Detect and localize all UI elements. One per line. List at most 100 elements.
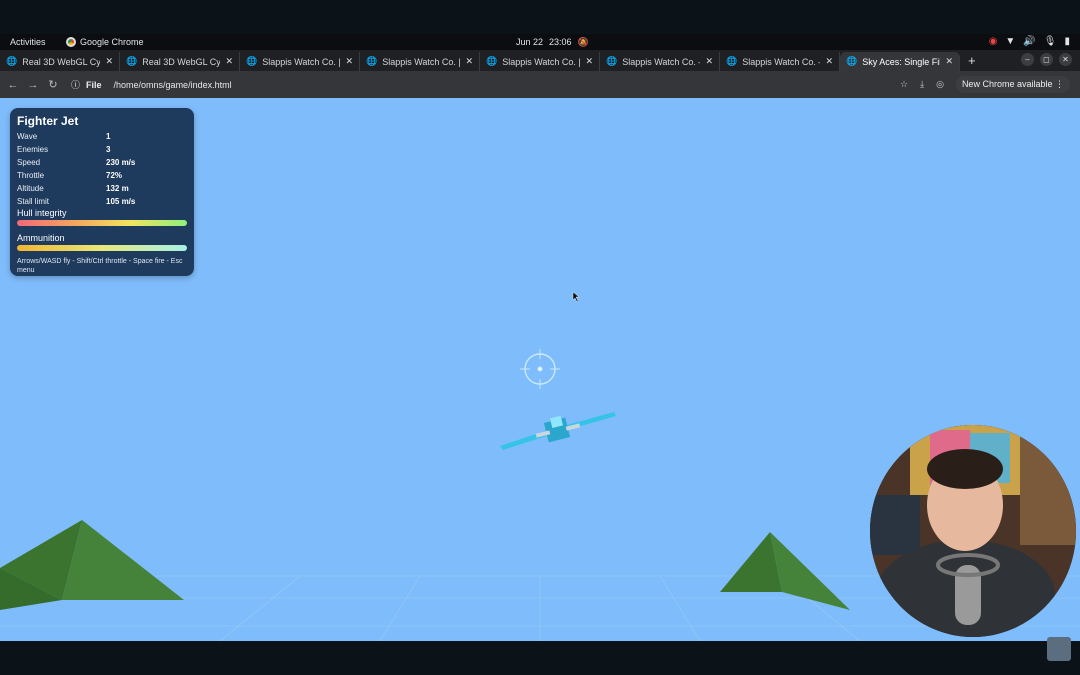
microphone-icon: 🎙 [1043,36,1057,47]
browser-tab[interactable]: 🌐 Slappis Watch Co. — ✕ [600,52,720,71]
browser-toolbar: ← → ↻ ⓘ File /home/omns/game/index.html … [0,71,1080,98]
volume-icon: 🔊 [1023,36,1036,47]
tab-title: Slappis Watch Co. | S [382,56,460,67]
window-controls: – ◻ ✕ [1021,53,1072,66]
browser-tab[interactable]: 🌐 Slappis Watch Co. | S ✕ [360,52,480,71]
hud-stat-row: Enemies 3 [17,143,187,156]
maximize-icon[interactable]: ◻ [1040,53,1053,66]
hull-integrity-label: Hull integrity [17,208,67,218]
webcam-overlay [870,425,1076,637]
scheme-label: File [86,79,102,90]
clock[interactable]: Jun 22 23:06 🔕 [516,37,589,48]
browser-tab[interactable]: 🌐 Slappis Watch Co. | S ✕ [240,52,360,71]
activities-button[interactable]: Activities [10,37,46,47]
hull-integrity-bar [17,220,187,226]
tab-title: Slappis Watch Co. | S [502,56,580,67]
player-fighter-jet [500,412,616,450]
browser-tab[interactable]: 🌐 Sky Aces: Single File ✕ [840,52,960,71]
close-tab-icon[interactable]: ✕ [705,56,713,67]
globe-icon: 🌐 [606,56,618,66]
mouse-cursor-icon [572,291,580,303]
globe-icon: 🌐 [6,56,18,66]
update-chrome-button[interactable]: New Chrome available ⋮ [955,76,1070,93]
system-tray[interactable]: ◉ ▼ 🔊 🎙 ▮ [989,36,1070,47]
close-tab-icon[interactable]: ✕ [945,56,953,67]
tab-title: Sky Aces: Single File [862,56,941,67]
channel-avatar [1047,637,1071,661]
download-icon[interactable]: ⤓ [920,79,924,90]
app-menu[interactable]: Google Chrome [66,37,144,47]
hud-stat-row: Stall limit 105 m/s [17,195,187,208]
forward-arrow-icon[interactable]: → [23,79,43,91]
close-tab-icon[interactable]: ✕ [585,56,593,67]
wifi-icon: ▼ [1005,36,1016,47]
back-arrow-icon[interactable]: ← [3,79,23,91]
controls-help-text: Arrows/WASD fly - Shift/Ctrl throttle - … [17,258,183,274]
hud-stat-label: Stall limit [17,197,50,206]
tab-title: Real 3D WebGL Cybe [142,56,221,67]
notification-bell-icon: 🔕 [577,37,589,47]
minimize-icon[interactable]: – [1021,53,1034,66]
hud-stat-row: Altitude 132 m [17,182,187,195]
ammunition-label: Ammunition [17,233,65,243]
battery-icon: ▮ [1064,36,1070,47]
hud-stat-value: 105 m/s [106,197,136,206]
profile-icon[interactable]: ◎ [936,79,944,90]
hud-stat-value: 230 m/s [106,158,136,167]
globe-icon: 🌐 [366,56,378,66]
url-text[interactable]: /home/omns/game/index.html [114,80,232,90]
hud-stat-value: 132 m [106,184,129,193]
record-indicator-icon: ◉ [988,36,998,47]
hud-stat-value: 3 [106,145,111,154]
close-tab-icon[interactable]: ✕ [225,56,233,67]
hud-title: Fighter Jet [17,114,79,128]
clock-date: Jun 22 [516,37,544,47]
mountain-left [0,520,184,610]
system-top-bar: Activities Google Chrome Jun 22 23:06 🔕 … [0,34,1080,50]
chrome-icon [66,37,76,47]
new-tab-button[interactable]: + [960,53,984,68]
tab-title: Slappis Watch Co. — [622,56,701,67]
app-name: Google Chrome [80,37,144,47]
video-letterbox-bottom [0,641,1080,675]
hud-stat-value: 1 [106,132,111,141]
tab-strip: 🌐 Real 3D WebGL Cybe ✕ 🌐 Real 3D WebGL Cybe ✕… [0,50,1080,71]
address-bar[interactable]: ⓘ File /home/omns/game/index.html [71,78,232,91]
ammunition-bar [17,245,187,251]
video-letterbox-top [0,0,1080,34]
crosshair [520,349,560,389]
close-tab-icon[interactable]: ✕ [465,56,473,67]
globe-icon: 🌐 [846,56,858,66]
tab-title: Slappis Watch Co. | S [262,56,340,67]
menu-kebab-icon: ⋮ [1055,79,1064,89]
browser-tab[interactable]: 🌐 Slappis Watch Co. | S ✕ [480,52,600,71]
globe-icon: 🌐 [726,56,738,66]
hud-stat-label: Altitude [17,184,44,193]
close-tab-icon[interactable]: ✕ [825,56,833,67]
hud-panel: Fighter Jet Wave 1 Enemies 3 Speed 230 m/s Thr… [10,108,194,276]
hud-stat-label: Enemies [17,145,49,154]
browser-tab[interactable]: 🌐 Slappis Watch Co. — ✕ [720,52,840,71]
reload-icon[interactable]: ↻ [43,78,63,91]
update-chrome-label: New Chrome available [961,79,1053,89]
globe-icon: 🌐 [246,56,258,66]
globe-icon: 🌐 [126,56,138,66]
close-window-icon[interactable]: ✕ [1059,53,1072,66]
hud-stat-value: 72% [106,171,123,180]
hud-stat-row: Speed 230 m/s [17,156,187,169]
hud-stat-label: Throttle [17,171,45,180]
bookmark-star-icon[interactable]: ☆ [900,79,908,90]
hud-stat-label: Speed [17,158,41,167]
hud-stat-label: Wave [17,132,38,141]
close-tab-icon[interactable]: ✕ [345,56,353,67]
tab-title: Real 3D WebGL Cybe [22,56,101,67]
browser-tab[interactable]: 🌐 Real 3D WebGL Cybe ✕ [0,52,120,71]
browser-tab[interactable]: 🌐 Real 3D WebGL Cybe ✕ [120,52,240,71]
close-tab-icon[interactable]: ✕ [105,56,113,67]
hud-stat-row: Throttle 72% [17,169,187,182]
clock-time: 23:06 [549,37,572,47]
hud-stat-row: Wave 1 [17,130,187,143]
tab-title: Slappis Watch Co. — [742,56,821,67]
globe-icon: 🌐 [486,56,498,66]
site-info-icon[interactable]: ⓘ [71,78,80,91]
